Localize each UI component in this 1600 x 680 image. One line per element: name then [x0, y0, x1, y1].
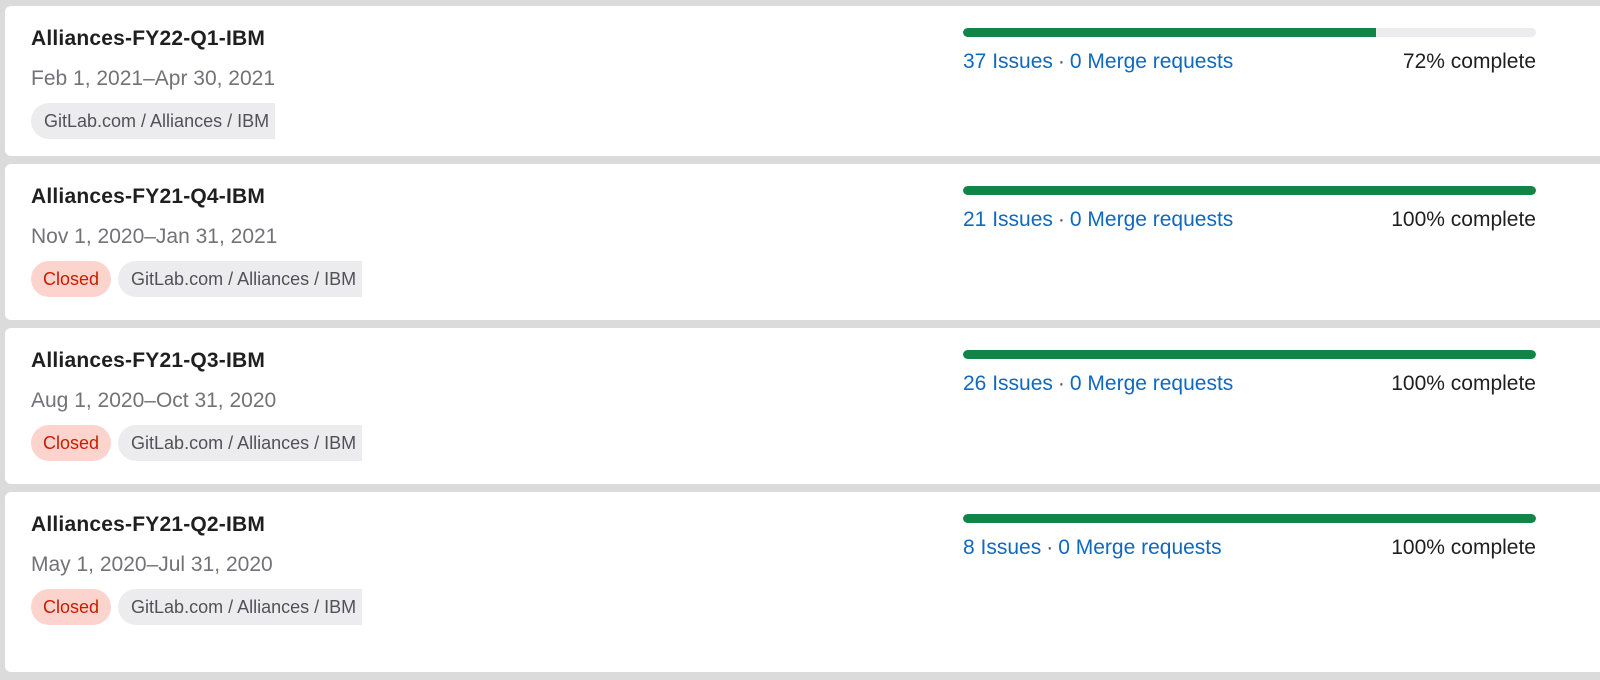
milestone-dates: Feb 1, 2021–Apr 30, 2021 — [31, 67, 276, 90]
progress-bar-fill — [963, 514, 1536, 523]
issues-link[interactable]: 8 Issues — [963, 536, 1041, 559]
project-path-badge[interactable]: GitLab.com / Alliances / IBM — [118, 261, 363, 297]
milestone-card: Alliances-FY21-Q4-IBM Nov 1, 2020–Jan 31… — [5, 164, 1600, 320]
milestone-list: Alliances-FY22-Q1-IBM Feb 1, 2021–Apr 30… — [5, 6, 1600, 680]
merge-requests-link[interactable]: 0 Merge requests — [1070, 50, 1233, 73]
issues-link[interactable]: 21 Issues — [963, 208, 1053, 231]
closed-status-badge: Closed — [31, 425, 112, 461]
milestone-dates: Aug 1, 2020–Oct 31, 2020 — [31, 389, 277, 412]
progress-label: 100% complete — [1391, 536, 1536, 559]
issues-link[interactable]: 37 Issues — [963, 50, 1053, 73]
merge-requests-link[interactable]: 0 Merge requests — [1070, 208, 1233, 231]
progress-bar — [963, 28, 1536, 37]
milestone-title[interactable]: Alliances-FY22-Q1-IBM — [31, 26, 275, 52]
separator: · — [1057, 372, 1065, 395]
project-path-badge[interactable]: GitLab.com / Alliances / IBM — [118, 589, 363, 625]
milestone-card: Alliances-FY21-Q2-IBM May 1, 2020–Jul 31… — [5, 492, 1600, 672]
milestone-title[interactable]: Alliances-FY21-Q2-IBM — [31, 512, 362, 538]
progress-label: 100% complete — [1391, 208, 1536, 231]
progress-bar — [963, 514, 1536, 523]
project-path-badge[interactable]: GitLab.com / Alliances / IBM — [118, 425, 363, 461]
milestone-title[interactable]: Alliances-FY21-Q4-IBM — [31, 184, 362, 210]
closed-status-badge: Closed — [31, 261, 112, 297]
separator: · — [1057, 208, 1065, 231]
milestone-card: Alliances-FY22-Q1-IBM Feb 1, 2021–Apr 30… — [5, 6, 1600, 156]
milestone-card: Alliances-FY21-Q3-IBM Aug 1, 2020–Oct 31… — [5, 328, 1600, 484]
separator: · — [1057, 50, 1065, 73]
project-path-badge[interactable]: GitLab.com / Alliances / IBM — [31, 103, 276, 139]
issues-link[interactable]: 26 Issues — [963, 372, 1053, 395]
progress-bar-fill — [963, 350, 1536, 359]
closed-status-badge: Closed — [31, 589, 112, 625]
progress-bar-fill — [963, 186, 1536, 195]
progress-bar — [963, 350, 1536, 359]
progress-bar-fill — [963, 28, 1376, 37]
progress-label: 72% complete — [1402, 50, 1536, 73]
progress-label: 100% complete — [1391, 372, 1536, 395]
progress-bar — [963, 186, 1536, 195]
separator: · — [1046, 536, 1054, 559]
milestone-title[interactable]: Alliances-FY21-Q3-IBM — [31, 348, 362, 374]
milestone-dates: May 1, 2020–Jul 31, 2020 — [31, 553, 273, 576]
merge-requests-link[interactable]: 0 Merge requests — [1058, 536, 1221, 559]
milestone-dates: Nov 1, 2020–Jan 31, 2021 — [31, 225, 278, 248]
merge-requests-link[interactable]: 0 Merge requests — [1070, 372, 1233, 395]
